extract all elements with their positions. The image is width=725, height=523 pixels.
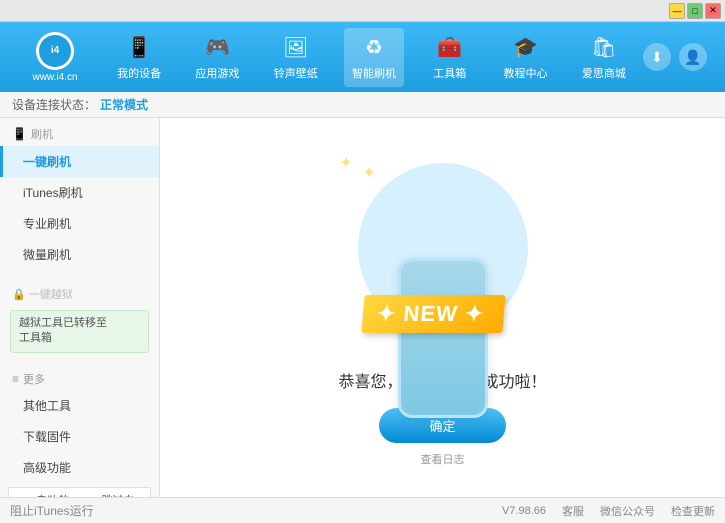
phone-screen: [401, 261, 485, 415]
sparkle-1: ✦: [363, 165, 376, 182]
sidebar-item-pro-flash[interactable]: 专业刷机: [0, 208, 159, 239]
phone-icon: 📱: [12, 127, 27, 141]
itunes-warning[interactable]: 阻止iTunes运行: [10, 502, 94, 519]
header: i4 www.i4.cn 📱 我的设备 🎮 应用游戏 🖼 铃声壁纸 ♻ 智能刷机…: [0, 22, 725, 92]
sidebar-item-download-firmware[interactable]: 下载固件: [0, 421, 159, 452]
shop-icon: 🛍: [590, 34, 618, 62]
nav-item-my-device[interactable]: 📱 我的设备: [109, 28, 169, 87]
more-icon: ≡: [12, 372, 19, 386]
sparkle-2: ✦: [339, 155, 352, 172]
my-device-label: 我的设备: [117, 65, 161, 81]
header-actions: ⬇ 👤: [643, 43, 715, 71]
maximize-button[interactable]: □: [687, 3, 703, 19]
sidebar-jailbreak-section: 🔒 一键越狱: [0, 278, 159, 306]
tutorial-icon: 🎓: [512, 34, 540, 62]
sidebar-item-other-tools[interactable]: 其他工具: [0, 390, 159, 421]
version-label: V7.98.66: [502, 505, 546, 517]
bottom-bar: 阻止iTunes运行 V7.98.66 客服 微信公众号 检查更新: [0, 497, 725, 523]
apps-label: 应用游戏: [195, 65, 239, 81]
nav-item-shop[interactable]: 🛍 爱思商城: [574, 28, 634, 87]
status-value: 正常模式: [100, 96, 148, 113]
nav-bar: 📱 我的设备 🎮 应用游戏 🖼 铃声壁纸 ♻ 智能刷机 🧰 工具箱 🎓 教程中心…: [100, 28, 643, 87]
nav-item-apps[interactable]: 🎮 应用游戏: [187, 28, 247, 87]
view-log-link[interactable]: 查看日志: [421, 451, 465, 467]
apps-icon: 🎮: [203, 34, 231, 62]
shop-label: 爱思商城: [582, 65, 626, 81]
my-device-icon: 📱: [125, 34, 153, 62]
wallpaper-label: 铃声壁纸: [274, 65, 318, 81]
logo-abbr: i4: [39, 35, 71, 67]
sidebar-item-one-key-flash[interactable]: 一键刷机: [0, 146, 159, 177]
status-label: 设备连接状态：: [12, 96, 96, 113]
phone-illustration: ✦ ✦ ✦ ✦ NEW ✦: [353, 148, 533, 348]
toolbox-icon: 🧰: [436, 34, 464, 62]
sidebar-section-more-label: 更多: [23, 371, 45, 387]
sidebar-item-advanced[interactable]: 高级功能: [0, 452, 159, 483]
sidebar-section-flash-label: 刷机: [31, 126, 53, 142]
wallpaper-icon: 🖼: [282, 34, 310, 62]
wechat-link[interactable]: 微信公众号: [600, 503, 655, 519]
main-content: ✦ ✦ ✦ ✦ NEW ✦ 恭喜您，保资料刷机成功啦！ 确定 查看日志: [160, 118, 725, 497]
sidebar-section-flash: 📱 刷机: [0, 118, 159, 146]
sidebar: 📱 刷机 一键刷机 iTunes刷机 专业刷机 微量刷机 🔒 一键越狱 越狱工: [0, 118, 160, 497]
lock-icon: 🔒: [12, 288, 26, 301]
jailbreak-warning: 越狱工具已转移至工具箱: [10, 310, 149, 353]
toolbox-label: 工具箱: [433, 65, 466, 81]
titlebar: — □ ✕: [0, 0, 725, 22]
sidebar-section-more: ≡ 更多: [0, 365, 159, 390]
bottom-right: V7.98.66 客服 微信公众号 检查更新: [502, 503, 715, 519]
phone-body: [398, 258, 488, 418]
customer-service-link[interactable]: 客服: [562, 503, 584, 519]
sidebar-item-itunes-flash[interactable]: iTunes刷机: [0, 177, 159, 208]
check-update-link[interactable]: 检查更新: [671, 503, 715, 519]
status-bar: 设备连接状态： 正常模式: [0, 92, 725, 118]
jailbreak-label: 一键越狱: [29, 286, 73, 302]
nav-item-tutorial[interactable]: 🎓 教程中心: [496, 28, 556, 87]
smart-flash-label: 智能刷机: [352, 65, 396, 81]
nav-item-smart-flash[interactable]: ♻ 智能刷机: [344, 28, 404, 87]
sidebar-item-micro-flash[interactable]: 微量刷机: [0, 239, 159, 270]
close-button[interactable]: ✕: [705, 3, 721, 19]
checkbox-area: 自动敛言 跳过向导: [8, 487, 151, 497]
bottom-left: 阻止iTunes运行: [10, 502, 94, 519]
logo-circle: i4: [36, 32, 74, 70]
smart-flash-icon: ♻: [360, 34, 388, 62]
nav-item-toolbox[interactable]: 🧰 工具箱: [422, 28, 477, 87]
nav-item-wallpaper[interactable]: 🖼 铃声壁纸: [266, 28, 326, 87]
download-button[interactable]: ⬇: [643, 43, 671, 71]
new-banner: ✦ NEW ✦: [361, 295, 506, 333]
logo-text: www.i4.cn: [32, 72, 77, 83]
minimize-button[interactable]: —: [669, 3, 685, 19]
user-button[interactable]: 👤: [679, 43, 707, 71]
logo: i4 www.i4.cn: [10, 32, 100, 83]
tutorial-label: 教程中心: [504, 65, 548, 81]
